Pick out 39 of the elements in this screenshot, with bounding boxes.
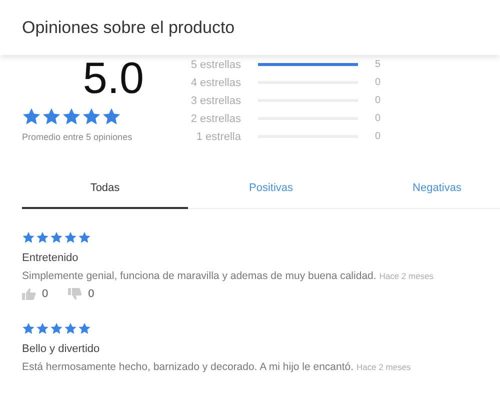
star-icon (50, 322, 63, 335)
star-icon (82, 107, 101, 126)
review-text: Está hermosamente hecho, barnizado y decorado. A mi hijo le encantó. Hace 2 meses (22, 361, 412, 373)
star-icon (36, 322, 49, 335)
rating-label: 1 estrella (195, 130, 241, 142)
star-icon (64, 231, 77, 244)
rating-count: 0 (375, 95, 381, 106)
rating-count: 0 (375, 113, 381, 124)
star-icon (22, 107, 41, 126)
star-icon (22, 231, 35, 244)
star-icon (50, 231, 63, 244)
rating-label: 5 estrellas (190, 58, 241, 70)
star-icon (36, 231, 49, 244)
rating-label: 2 estrellas (190, 112, 241, 124)
dislike-count: 0 (88, 288, 94, 300)
rating-label: 4 estrellas (190, 76, 241, 88)
rating-label: 3 estrellas (190, 94, 241, 106)
page-title: Opiniones sobre el producto (22, 18, 235, 38)
filter-tab[interactable]: Negativas (354, 169, 500, 209)
filter-tab[interactable]: Todas (22, 169, 188, 209)
review-title: Bello y divertido (22, 343, 101, 355)
star-icon (62, 107, 81, 126)
star-icon (78, 322, 91, 335)
review-title: Entretenido (22, 252, 80, 264)
rating-count: 0 (375, 131, 381, 142)
filter-tab[interactable]: Positivas (188, 169, 354, 209)
star-icon (42, 107, 61, 126)
star-icon (22, 322, 35, 335)
average-score: 5.0 (82, 57, 144, 101)
thumbs-up-icon[interactable] (22, 288, 36, 300)
like-count: 0 (42, 288, 48, 300)
star-icon (78, 231, 91, 244)
rating-count: 5 (375, 59, 381, 70)
rating-caption: Promedio entre 5 opiniones (22, 132, 132, 142)
star-icon (102, 107, 121, 126)
star-icon (64, 322, 77, 335)
review-text: Simplemente genial, funciona de maravilla y ademas de muy buena calidad. Hace 2 meses (22, 270, 435, 282)
thumbs-down-icon[interactable] (68, 288, 82, 300)
rating-count: 0 (375, 77, 381, 88)
